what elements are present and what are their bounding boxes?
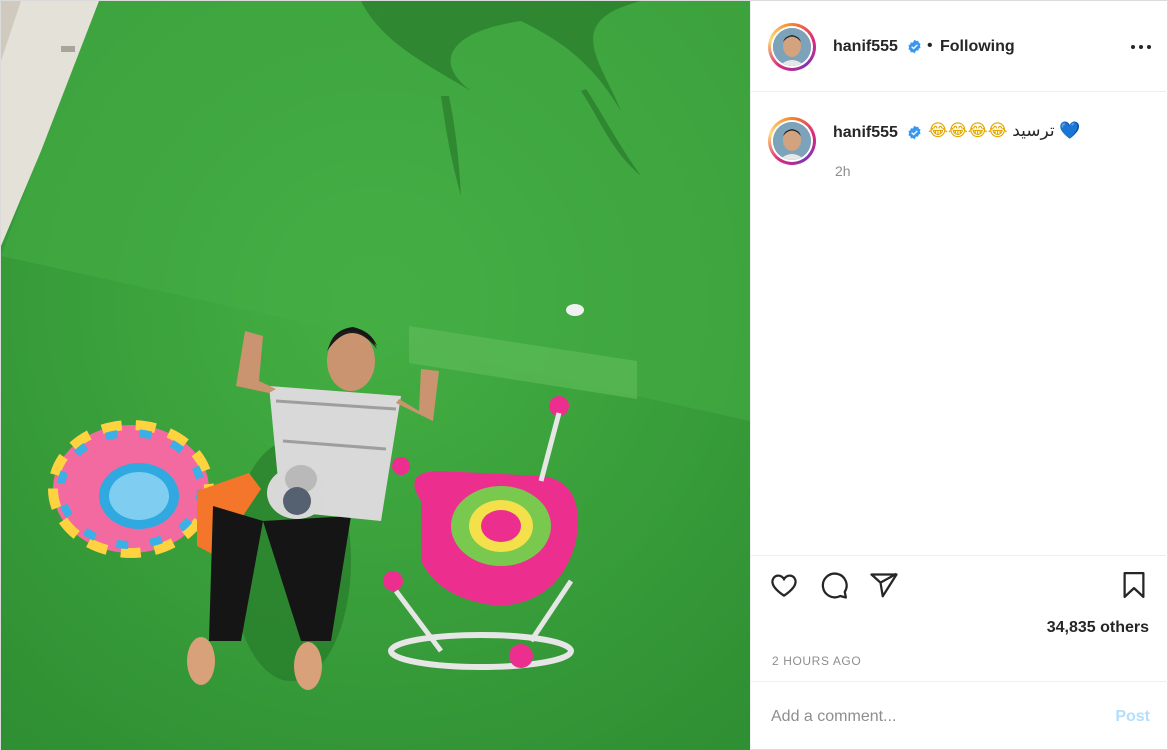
bookmark-icon[interactable] xyxy=(1119,570,1153,604)
heart-icon[interactable] xyxy=(769,570,803,604)
caption-username[interactable]: hanif555 xyxy=(833,124,898,142)
comment-icon[interactable] xyxy=(819,570,853,604)
following-button[interactable]: Following xyxy=(940,38,1015,56)
caption-text: 😂😂😂😂 ترسید 💙 xyxy=(928,121,1081,141)
comment-form: Post xyxy=(751,681,1168,750)
header-username[interactable]: hanif555 xyxy=(833,38,898,56)
caption-words: ترسید xyxy=(1012,121,1055,140)
instagram-post: hanif555 • Following hanif555 😂😂😂😂 ترسید… xyxy=(0,0,1168,750)
verified-badge-icon xyxy=(908,125,921,140)
post-actions: 34,835 others 2 HOURS AGO xyxy=(751,555,1168,681)
baby-ring-toy xyxy=(48,420,214,558)
comment-input[interactable] xyxy=(771,702,1091,732)
post-side-panel: hanif555 • Following hanif555 😂😂😂😂 ترسید… xyxy=(750,1,1168,750)
blue-heart-emoji: 💙 xyxy=(1059,121,1081,141)
verified-badge-icon xyxy=(908,39,921,54)
separator-dot: • xyxy=(927,37,933,54)
laughing-emoji: 😂😂😂😂 xyxy=(928,121,1008,141)
post-comment-button[interactable]: Post xyxy=(1115,708,1150,726)
photo-illustration xyxy=(1,1,750,750)
post-timestamp[interactable]: 2 HOURS AGO xyxy=(772,654,861,668)
avatar[interactable] xyxy=(768,23,816,71)
caption-time[interactable]: 2h xyxy=(835,163,851,179)
post-photo[interactable] xyxy=(1,1,750,750)
post-header: hanif555 • Following xyxy=(751,1,1168,92)
caption-avatar[interactable] xyxy=(768,117,816,165)
share-icon[interactable] xyxy=(869,570,903,604)
likes-count[interactable]: 34,835 others xyxy=(1047,619,1149,637)
more-options-icon[interactable] xyxy=(1129,38,1153,56)
